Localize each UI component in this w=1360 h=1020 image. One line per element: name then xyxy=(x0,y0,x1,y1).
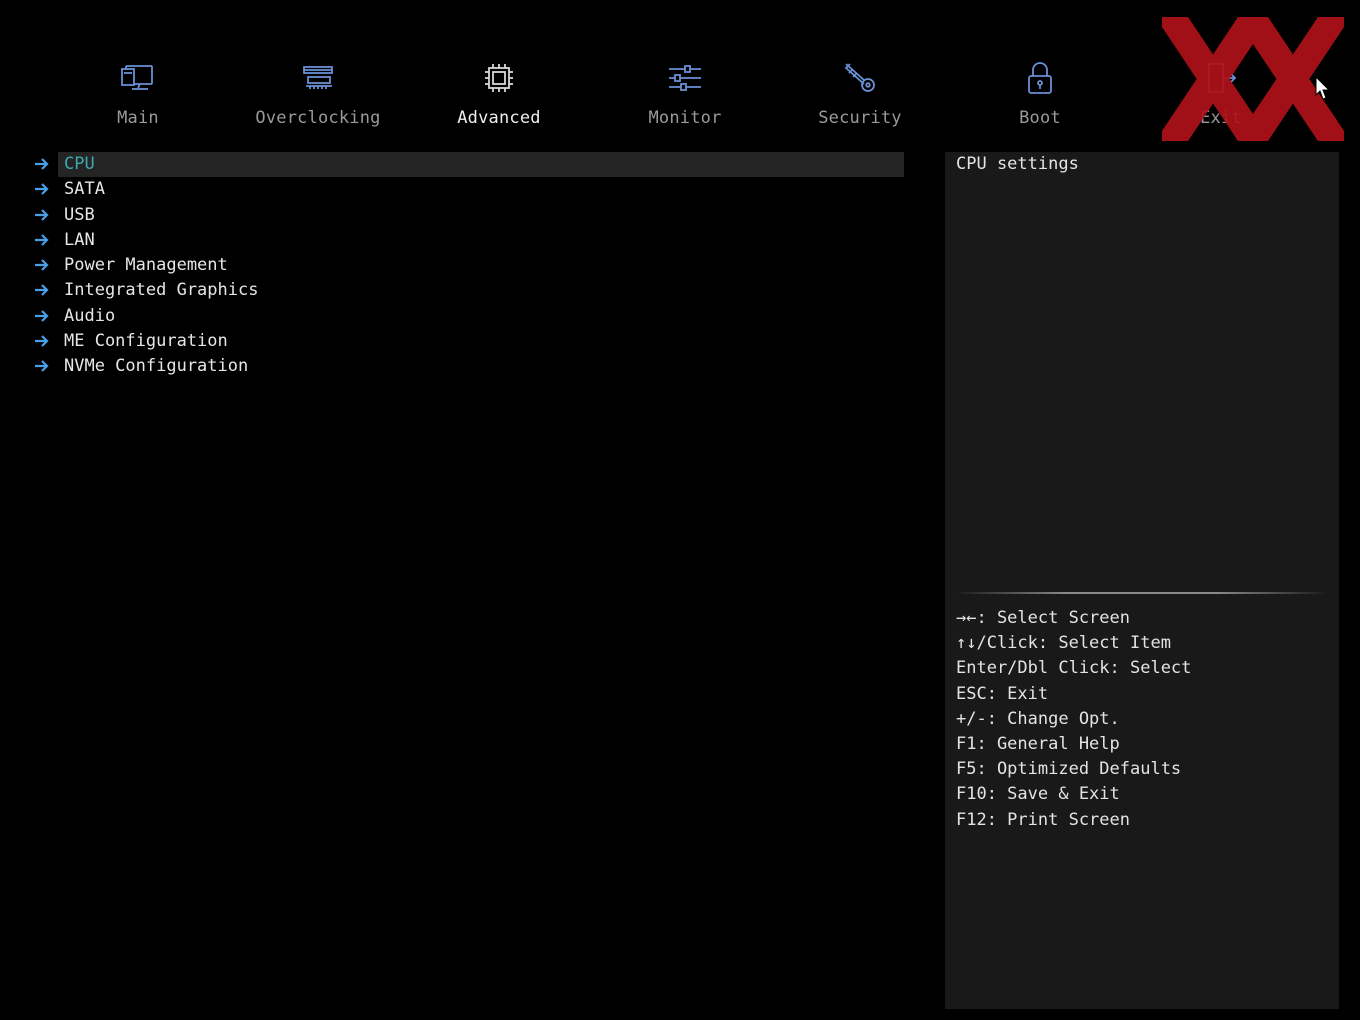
menu-item-label: NVMe Configuration xyxy=(64,356,249,377)
menu-item-integrated-graphics[interactable]: Integrated Graphics xyxy=(30,278,904,303)
padlock-icon xyxy=(1020,58,1060,98)
tab-monitor[interactable]: Monitor xyxy=(600,58,770,128)
menu-item-label: Audio xyxy=(64,305,116,326)
help-panel: CPU settings →←: Select Screen ↑↓/Click:… xyxy=(945,152,1339,1009)
help-description: CPU settings xyxy=(956,154,1079,174)
key-hint: F10: Save & Exit xyxy=(956,784,1120,805)
arrow-right-icon xyxy=(35,310,49,322)
key-hint: Enter/Dbl Click: Select xyxy=(956,658,1192,679)
key-hint: F12: Print Screen xyxy=(956,809,1130,830)
menu-item-label: Power Management xyxy=(64,255,228,276)
menu-item-label: ME Configuration xyxy=(64,331,228,352)
menu-item-label: USB xyxy=(64,204,95,225)
tab-security[interactable]: Security xyxy=(775,58,945,128)
tab-advanced[interactable]: Advanced xyxy=(414,58,584,128)
menu-item-label: SATA xyxy=(64,179,105,200)
sliders-icon xyxy=(665,58,705,98)
top-tab-bar: Main Overclocking Advanced Monitor Secur… xyxy=(0,0,1360,140)
key-hint: ESC: Exit xyxy=(956,683,1049,704)
tab-main-label: Main xyxy=(117,108,159,128)
menu-item-label: LAN xyxy=(64,229,95,250)
menu-item-cpu[interactable]: CPU xyxy=(30,152,904,177)
arrow-right-icon xyxy=(35,234,49,246)
menu-item-label: CPU xyxy=(58,152,904,177)
tab-boot[interactable]: Boot xyxy=(955,58,1125,128)
computer-icon xyxy=(118,58,158,98)
tab-main[interactable]: Main xyxy=(53,58,223,128)
menu-item-power-management[interactable]: Power Management xyxy=(30,253,904,278)
arrow-right-icon xyxy=(35,208,49,221)
menu-item-audio[interactable]: Audio xyxy=(30,304,904,329)
menu-item-usb[interactable]: USB xyxy=(30,203,904,228)
arrow-right-icon xyxy=(35,335,49,347)
advanced-menu-list: CPU SATA USB LAN Power Management Integr… xyxy=(30,152,904,380)
arrow-right-icon xyxy=(35,284,49,297)
menu-item-label: Integrated Graphics xyxy=(64,280,259,301)
cpu-chip-icon xyxy=(479,58,519,98)
help-divider xyxy=(955,592,1329,594)
menu-item-lan[interactable]: LAN xyxy=(30,228,904,253)
arrow-right-icon xyxy=(35,183,49,196)
key-legend: →←: Select Screen ↑↓/Click: Select Item … xyxy=(956,606,1191,833)
menu-item-me-configuration[interactable]: ME Configuration xyxy=(30,329,904,354)
key-hint: →←: Select Screen xyxy=(956,608,1130,628)
key-hint: F5: Optimized Defaults xyxy=(956,759,1182,780)
tab-overclocking[interactable]: Overclocking xyxy=(233,58,403,128)
arrow-right-icon xyxy=(35,259,49,271)
arrow-right-icon xyxy=(35,158,49,170)
key-hint: +/-: Change Opt. xyxy=(956,708,1120,729)
tab-boot-label: Boot xyxy=(1019,108,1061,128)
mouse-pointer-icon xyxy=(1315,75,1331,102)
arrow-right-icon xyxy=(35,360,49,373)
menu-item-nvme-configuration[interactable]: NVMe Configuration xyxy=(30,354,904,379)
tab-overclocking-label: Overclocking xyxy=(255,108,381,128)
memory-module-icon xyxy=(298,58,338,98)
tab-monitor-label: Monitor xyxy=(648,108,722,128)
tab-advanced-label: Advanced xyxy=(457,108,541,128)
menu-item-sata[interactable]: SATA xyxy=(30,177,904,202)
key-hint: ↑↓/Click: Select Item xyxy=(956,633,1171,654)
tab-security-label: Security xyxy=(818,108,902,128)
key-hint: F1: General Help xyxy=(956,734,1120,755)
key-icon xyxy=(840,58,880,98)
